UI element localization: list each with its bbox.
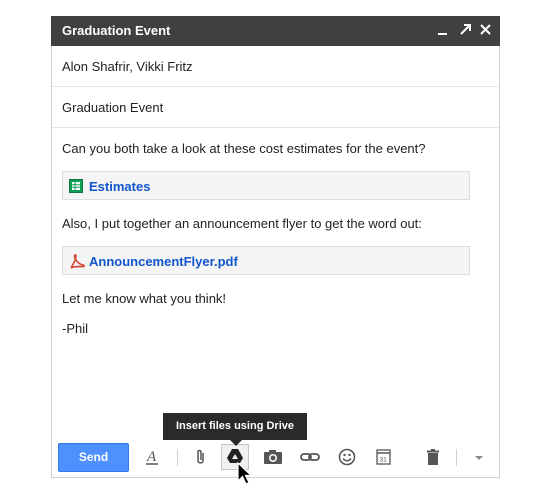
trash-icon[interactable] xyxy=(420,445,446,469)
compose-title: Graduation Event xyxy=(62,23,171,38)
more-options-icon[interactable] xyxy=(466,445,492,469)
spreadsheet-icon xyxy=(69,179,83,193)
compose-window: Graduation Event Alon Shafrir, Vikki Fri… xyxy=(51,16,500,478)
body-line-1[interactable]: Can you both take a look at these cost e… xyxy=(62,141,426,156)
minimize-icon[interactable] xyxy=(435,21,451,39)
formatting-icon[interactable]: A xyxy=(140,445,166,469)
send-button[interactable]: Send xyxy=(58,443,129,472)
body-line-2[interactable]: Also, I put together an announcement fly… xyxy=(62,216,422,231)
recipients-value: Alon Shafrir, Vikki Fritz xyxy=(62,59,193,74)
tooltip-arrow xyxy=(230,440,242,446)
attachment-flyer-label: AnnouncementFlyer.pdf xyxy=(89,254,238,269)
svg-text:31: 31 xyxy=(380,457,388,464)
attachment-flyer[interactable]: AnnouncementFlyer.pdf xyxy=(62,246,470,275)
paperclip-icon[interactable] xyxy=(188,445,214,469)
subject-field[interactable]: Graduation Event xyxy=(52,87,499,128)
window-controls xyxy=(434,21,494,41)
toolbar-separator xyxy=(177,449,178,466)
emoji-icon[interactable] xyxy=(334,445,360,469)
calendar-icon[interactable]: 31 xyxy=(371,445,397,469)
recipients-field[interactable]: Alon Shafrir, Vikki Fritz xyxy=(52,46,499,87)
close-icon[interactable] xyxy=(478,21,494,39)
body-line-3[interactable]: Let me know what you think! xyxy=(62,291,226,306)
popout-icon[interactable] xyxy=(457,21,473,39)
attachment-estimates[interactable]: Estimates xyxy=(62,171,470,200)
mouse-pointer-icon xyxy=(237,461,255,493)
svg-text:A: A xyxy=(146,449,157,465)
camera-icon[interactable] xyxy=(260,445,286,469)
subject-value: Graduation Event xyxy=(62,100,164,115)
compose-titlebar[interactable]: Graduation Event xyxy=(51,16,500,46)
link-icon[interactable] xyxy=(297,445,323,469)
compose-toolbar: Send A 31 xyxy=(52,435,499,477)
drive-tooltip: Insert files using Drive xyxy=(163,413,307,440)
signature[interactable]: -Phil xyxy=(62,321,88,336)
toolbar-separator xyxy=(456,449,457,466)
pdf-icon xyxy=(69,254,85,269)
attachment-estimates-label: Estimates xyxy=(89,179,151,194)
